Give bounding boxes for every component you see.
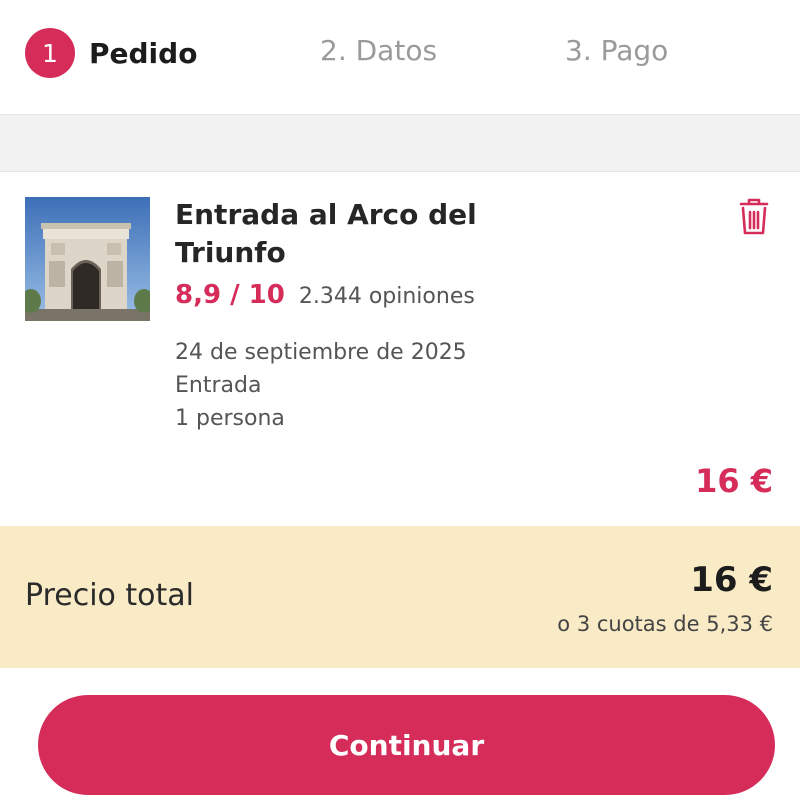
total-price: 16 € [690,560,773,600]
rating-row: 8,9 / 10 2.344 opiniones [175,280,475,310]
step-pedido: 1 Pedido [25,28,197,78]
step-label-pedido: Pedido [89,36,198,70]
checkout-steps: 1 Pedido 2. Datos 3. Pago [0,0,800,114]
total-summary: Precio total 16 € o 3 cuotas de 5,33 € [0,526,800,668]
ticket-type: Entrada [175,373,262,398]
step-datos: 2. Datos [320,34,438,67]
people-count: 1 persona [175,406,285,431]
step-pago: 3. Pago [565,34,669,67]
installments-info: o 3 cuotas de 5,33 € [557,612,773,636]
item-price: 16 € [695,462,773,500]
booking-date: 24 de septiembre de 2025 [175,340,467,365]
cart-item: Entrada al Arco del Triunfo 8,9 / 10 2.3… [0,172,800,526]
product-title[interactable]: Entrada al Arco del Triunfo [175,196,575,272]
booking-details: 24 de septiembre de 2025 Entrada 1 perso… [175,336,467,435]
product-image [25,197,150,321]
step-number-badge: 1 [25,28,75,78]
total-label: Precio total [25,578,195,613]
trash-icon[interactable] [738,198,770,236]
section-divider [0,114,800,172]
continue-button[interactable]: Continuar [38,695,775,795]
rating-score: 8,9 / 10 [175,280,285,310]
reviews-count[interactable]: 2.344 opiniones [299,284,475,309]
